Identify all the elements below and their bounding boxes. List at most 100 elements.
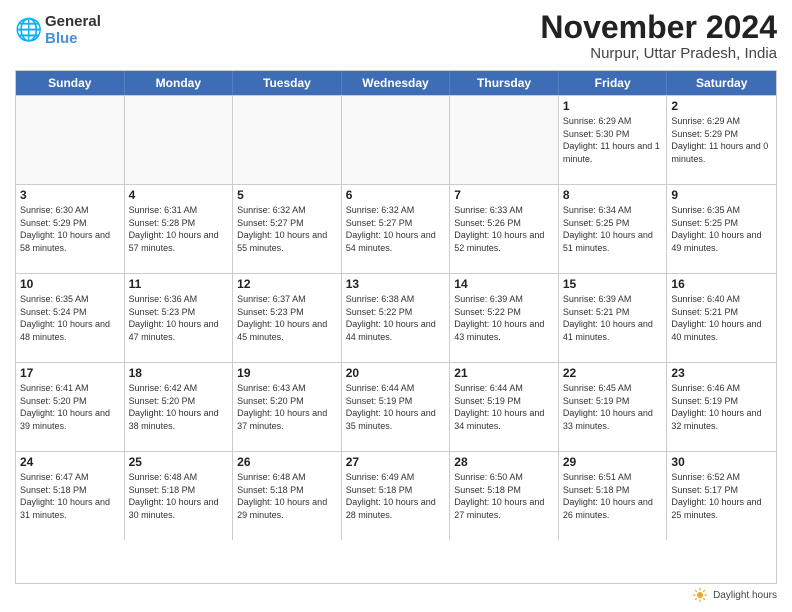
- sun-icon: [693, 588, 707, 602]
- cell-info: Sunrise: 6:49 AMSunset: 5:18 PMDaylight:…: [346, 471, 446, 521]
- calendar-week-5: 24 Sunrise: 6:47 AMSunset: 5:18 PMDayligh…: [16, 451, 776, 540]
- header: 🌐 General Blue November 2024 Nurpur, Utt…: [15, 10, 777, 62]
- day-number: 8: [563, 188, 663, 202]
- header-day-wednesday: Wednesday: [342, 71, 451, 95]
- calendar-cell: 21 Sunrise: 6:44 AMSunset: 5:19 PMDayligh…: [450, 363, 559, 451]
- calendar-header: SundayMondayTuesdayWednesdayThursdayFrid…: [16, 71, 776, 95]
- header-day-monday: Monday: [125, 71, 234, 95]
- day-number: 27: [346, 455, 446, 469]
- calendar-body: 1Sunrise: 6:29 AMSunset: 5:30 PMDaylight…: [16, 95, 776, 540]
- title-section: November 2024 Nurpur, Uttar Pradesh, Ind…: [540, 10, 777, 62]
- cell-info: Sunrise: 6:38 AMSunset: 5:22 PMDaylight:…: [346, 293, 446, 343]
- cell-info: Sunrise: 6:43 AMSunset: 5:20 PMDaylight:…: [237, 382, 337, 432]
- calendar-cell: 28 Sunrise: 6:50 AMSunset: 5:18 PMDayligh…: [450, 452, 559, 540]
- day-number: 11: [129, 277, 229, 291]
- calendar-cell: 16 Sunrise: 6:40 AMSunset: 5:21 PMDayligh…: [667, 274, 776, 362]
- calendar-cell: 5Sunrise: 6:32 AMSunset: 5:27 PMDaylight…: [233, 185, 342, 273]
- day-number: 9: [671, 188, 772, 202]
- cell-info: Sunrise: 6:35 AMSunset: 5:25 PMDaylight:…: [671, 204, 772, 254]
- calendar-cell: 15 Sunrise: 6:39 AMSunset: 5:21 PMDayligh…: [559, 274, 668, 362]
- calendar-cell: 4 Sunrise: 6:31 AMSunset: 5:28 PMDaylight…: [125, 185, 234, 273]
- calendar-cell: [342, 96, 451, 184]
- svg-text:🌐: 🌐: [15, 17, 42, 42]
- calendar-cell: 2 Sunrise: 6:29 AMSunset: 5:29 PMDaylight…: [667, 96, 776, 184]
- calendar-week-1: 1Sunrise: 6:29 AMSunset: 5:30 PMDaylight…: [16, 95, 776, 184]
- cell-info: Sunrise: 6:30 AMSunset: 5:29 PMDaylight:…: [20, 204, 120, 254]
- calendar-cell: 29Sunrise: 6:51 AMSunset: 5:18 PMDayligh…: [559, 452, 668, 540]
- day-number: 7: [454, 188, 554, 202]
- day-number: 18: [129, 366, 229, 380]
- logo-icon: 🌐: [15, 17, 43, 45]
- cell-info: Sunrise: 6:37 AMSunset: 5:23 PMDaylight:…: [237, 293, 337, 343]
- cell-info: Sunrise: 6:36 AMSunset: 5:23 PMDaylight:…: [129, 293, 229, 343]
- cell-info: Sunrise: 6:52 AMSunset: 5:17 PMDaylight:…: [671, 471, 772, 521]
- location: Nurpur, Uttar Pradesh, India: [540, 45, 777, 62]
- day-number: 22: [563, 366, 663, 380]
- calendar-cell: [233, 96, 342, 184]
- day-number: 17: [20, 366, 120, 380]
- day-number: 5: [237, 188, 337, 202]
- day-number: 28: [454, 455, 554, 469]
- calendar-cell: 18 Sunrise: 6:42 AMSunset: 5:20 PMDayligh…: [125, 363, 234, 451]
- cell-info: Sunrise: 6:50 AMSunset: 5:18 PMDaylight:…: [454, 471, 554, 521]
- calendar-cell: 20Sunrise: 6:44 AMSunset: 5:19 PMDayligh…: [342, 363, 451, 451]
- day-number: 4: [129, 188, 229, 202]
- calendar-cell: 11 Sunrise: 6:36 AMSunset: 5:23 PMDayligh…: [125, 274, 234, 362]
- cell-info: Sunrise: 6:31 AMSunset: 5:28 PMDaylight:…: [129, 204, 229, 254]
- calendar-cell: 12Sunrise: 6:37 AMSunset: 5:23 PMDayligh…: [233, 274, 342, 362]
- calendar-cell: 27 Sunrise: 6:49 AMSunset: 5:18 PMDayligh…: [342, 452, 451, 540]
- day-number: 25: [129, 455, 229, 469]
- day-number: 23: [671, 366, 772, 380]
- calendar-cell: 19Sunrise: 6:43 AMSunset: 5:20 PMDayligh…: [233, 363, 342, 451]
- day-number: 15: [563, 277, 663, 291]
- cell-info: Sunrise: 6:44 AMSunset: 5:19 PMDaylight:…: [454, 382, 554, 432]
- day-number: 21: [454, 366, 554, 380]
- calendar-cell: 7 Sunrise: 6:33 AMSunset: 5:26 PMDaylight…: [450, 185, 559, 273]
- header-day-tuesday: Tuesday: [233, 71, 342, 95]
- month-title: November 2024: [540, 10, 777, 45]
- day-number: 2: [671, 99, 772, 113]
- header-day-saturday: Saturday: [667, 71, 776, 95]
- calendar-cell: 23 Sunrise: 6:46 AMSunset: 5:19 PMDayligh…: [667, 363, 776, 451]
- calendar-cell: 10Sunrise: 6:35 AMSunset: 5:24 PMDayligh…: [16, 274, 125, 362]
- cell-info: Sunrise: 6:42 AMSunset: 5:20 PMDaylight:…: [129, 382, 229, 432]
- calendar: SundayMondayTuesdayWednesdayThursdayFrid…: [15, 70, 777, 584]
- calendar-cell: 22Sunrise: 6:45 AMSunset: 5:19 PMDayligh…: [559, 363, 668, 451]
- calendar-week-4: 17 Sunrise: 6:41 AMSunset: 5:20 PMDayligh…: [16, 362, 776, 451]
- header-day-friday: Friday: [559, 71, 668, 95]
- cell-info: Sunrise: 6:48 AMSunset: 5:18 PMDaylight:…: [237, 471, 337, 521]
- cell-info: Sunrise: 6:29 AMSunset: 5:29 PMDaylight:…: [671, 115, 772, 165]
- cell-info: Sunrise: 6:47 AMSunset: 5:18 PMDaylight:…: [20, 471, 120, 521]
- calendar-cell: 3 Sunrise: 6:30 AMSunset: 5:29 PMDaylight…: [16, 185, 125, 273]
- logo-blue: Blue: [45, 31, 101, 48]
- calendar-cell: 25 Sunrise: 6:48 AMSunset: 5:18 PMDayligh…: [125, 452, 234, 540]
- calendar-week-3: 10Sunrise: 6:35 AMSunset: 5:24 PMDayligh…: [16, 273, 776, 362]
- day-number: 24: [20, 455, 120, 469]
- page-container: 🌐 General Blue November 2024 Nurpur, Utt…: [0, 0, 792, 612]
- logo: 🌐 General Blue: [15, 14, 101, 47]
- calendar-week-2: 3 Sunrise: 6:30 AMSunset: 5:29 PMDaylight…: [16, 184, 776, 273]
- cell-info: Sunrise: 6:35 AMSunset: 5:24 PMDaylight:…: [20, 293, 120, 343]
- header-day-sunday: Sunday: [16, 71, 125, 95]
- legend: Daylight hours: [15, 584, 777, 602]
- calendar-cell: 13 Sunrise: 6:38 AMSunset: 5:22 PMDayligh…: [342, 274, 451, 362]
- day-number: 16: [671, 277, 772, 291]
- cell-info: Sunrise: 6:48 AMSunset: 5:18 PMDaylight:…: [129, 471, 229, 521]
- day-number: 13: [346, 277, 446, 291]
- cell-info: Sunrise: 6:46 AMSunset: 5:19 PMDaylight:…: [671, 382, 772, 432]
- calendar-cell: 17 Sunrise: 6:41 AMSunset: 5:20 PMDayligh…: [16, 363, 125, 451]
- calendar-cell: 8Sunrise: 6:34 AMSunset: 5:25 PMDaylight…: [559, 185, 668, 273]
- calendar-cell: 14Sunrise: 6:39 AMSunset: 5:22 PMDayligh…: [450, 274, 559, 362]
- day-number: 29: [563, 455, 663, 469]
- calendar-cell: 24 Sunrise: 6:47 AMSunset: 5:18 PMDayligh…: [16, 452, 125, 540]
- header-day-thursday: Thursday: [450, 71, 559, 95]
- cell-info: Sunrise: 6:33 AMSunset: 5:26 PMDaylight:…: [454, 204, 554, 254]
- logo-text: General Blue: [45, 14, 101, 47]
- calendar-cell: 9 Sunrise: 6:35 AMSunset: 5:25 PMDaylight…: [667, 185, 776, 273]
- cell-info: Sunrise: 6:41 AMSunset: 5:20 PMDaylight:…: [20, 382, 120, 432]
- cell-info: Sunrise: 6:39 AMSunset: 5:21 PMDaylight:…: [563, 293, 663, 343]
- legend-label: Daylight hours: [713, 590, 777, 601]
- day-number: 30: [671, 455, 772, 469]
- cell-info: Sunrise: 6:40 AMSunset: 5:21 PMDaylight:…: [671, 293, 772, 343]
- day-number: 3: [20, 188, 120, 202]
